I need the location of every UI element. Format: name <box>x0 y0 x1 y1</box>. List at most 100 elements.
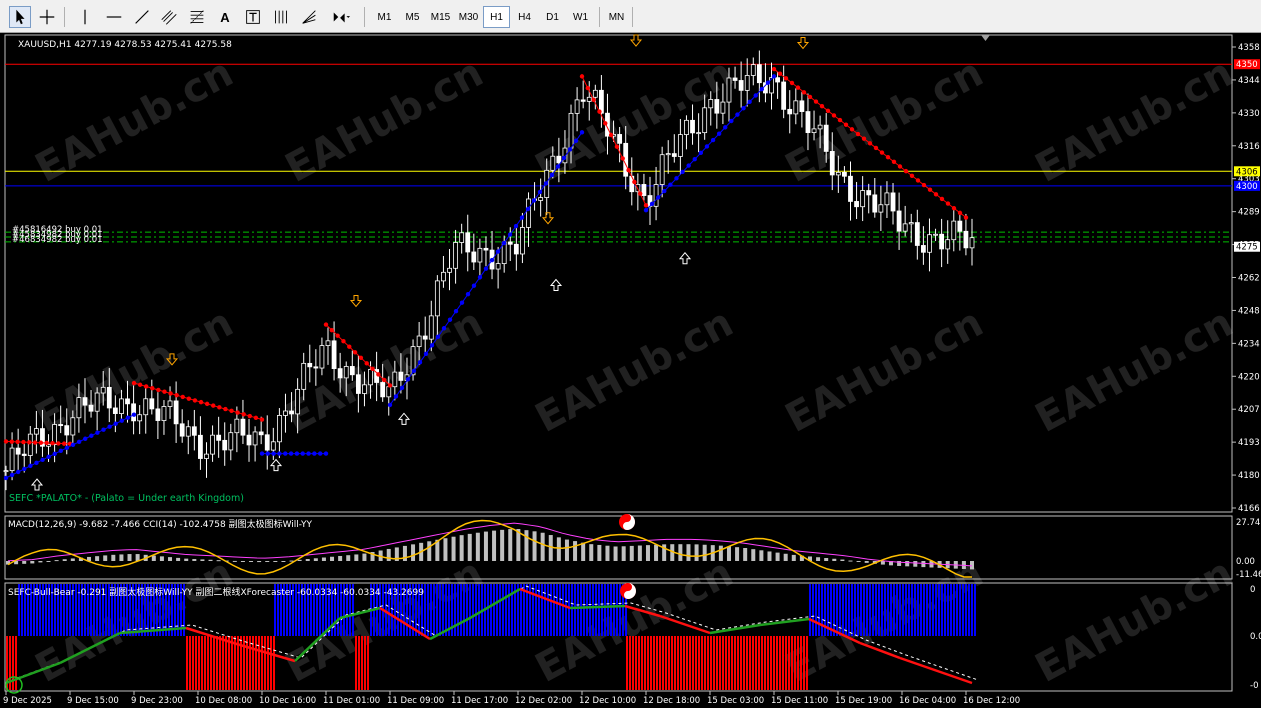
text-tool[interactable]: A <box>214 6 236 28</box>
bear-histogram-bar <box>683 636 685 690</box>
trailing-stop-buy-dot <box>417 360 423 365</box>
bear-histogram-bar <box>722 636 724 690</box>
bull-histogram-bar <box>842 584 844 636</box>
price-tag-label: 4300 <box>1236 182 1258 192</box>
vertical-line-tool[interactable] <box>74 6 96 28</box>
bull-histogram-bar <box>953 584 955 636</box>
macd-histogram-bar <box>483 531 488 561</box>
crosshair-icon <box>39 9 55 25</box>
trailing-stop-sell-dot <box>150 386 155 391</box>
horizontal-line-tool[interactable] <box>103 6 125 28</box>
trendline-tool[interactable] <box>131 6 153 28</box>
bear-histogram-bar <box>749 636 751 690</box>
trailing-stop-sell-dot <box>44 440 49 446</box>
bull-histogram-bar <box>941 584 943 636</box>
time-tick-label: 11 Dec 17:00 <box>451 696 508 704</box>
trailing-stop-sell-dot <box>198 399 204 405</box>
candle-body <box>137 414 143 422</box>
timeframe-d1[interactable]: D1 <box>539 6 566 28</box>
trailing-stop-buy-dot <box>70 442 76 447</box>
chart-area[interactable]: EAHub.cn EAHub.cn EAHub.cn EAHub.cn EAHub.cn… <box>0 33 1261 706</box>
trailing-stop-buy-dot <box>441 326 447 331</box>
bear-histogram-bar <box>674 636 676 690</box>
timeframe-w1[interactable]: W1 <box>567 6 594 28</box>
trailing-stop-sell-dot <box>879 150 885 155</box>
bear-histogram-bar <box>788 636 790 690</box>
trailing-stop-buy-dot <box>125 415 131 420</box>
timeframe-h1[interactable]: H1 <box>483 6 510 28</box>
bull-histogram-bar <box>896 584 898 636</box>
bull-histogram-bar <box>430 584 432 636</box>
candle-body <box>671 153 677 157</box>
trailing-stop-sell-dot <box>597 109 602 114</box>
bear-histogram-bar <box>228 636 230 690</box>
bull-histogram-bar <box>502 584 504 636</box>
timeframe-m1[interactable]: M1 <box>371 6 398 28</box>
trailing-stop-buy-dot <box>537 189 543 195</box>
candle-body <box>580 99 586 102</box>
crosshair-tool[interactable] <box>36 6 58 28</box>
bear-histogram-bar <box>806 636 808 690</box>
text-label-tool[interactable] <box>242 6 264 28</box>
macd-histogram-bar <box>532 531 537 561</box>
fibonacci-tool[interactable] <box>186 6 208 28</box>
candle-body <box>441 271 446 282</box>
cursor-tool[interactable] <box>9 6 31 28</box>
gann-tool[interactable] <box>270 6 292 28</box>
macd-histogram-bar <box>751 549 756 561</box>
macd-histogram-bar <box>70 558 75 561</box>
candle-body <box>313 366 319 369</box>
timeframe-m15[interactable]: M15 <box>427 6 454 28</box>
time-tick-label: 9 Dec 23:00 <box>131 696 183 704</box>
bear-histogram-bar <box>213 636 215 690</box>
bear-histogram-bar <box>692 636 694 690</box>
bear-histogram-bar <box>626 636 628 690</box>
candle-body <box>805 111 811 134</box>
bull-histogram-bar <box>433 584 435 636</box>
candle-body <box>787 108 793 115</box>
trailing-stop-buy-dot <box>543 181 549 186</box>
macd-histogram-bar <box>629 545 634 561</box>
candle-body <box>574 99 580 114</box>
bull-histogram-bar <box>475 584 477 636</box>
bear-histogram-bar <box>659 636 661 690</box>
candle-body <box>204 453 209 459</box>
fibo-fan-tool[interactable] <box>298 6 320 28</box>
macd-histogram-bar <box>759 550 764 561</box>
timeframe-mn[interactable]: MN <box>603 6 630 28</box>
equidistant-channel-tool[interactable] <box>158 6 180 28</box>
candle-body <box>325 340 331 347</box>
trailing-stop-buy-dot <box>46 454 51 460</box>
bear-histogram-bar <box>677 636 679 690</box>
candle-body <box>799 100 805 112</box>
macd-histogram-bar <box>159 556 164 561</box>
bull-histogram-bar <box>577 584 579 636</box>
bear-histogram-bar <box>644 636 646 690</box>
chart-canvas[interactable]: EAHub.cn EAHub.cn EAHub.cn EAHub.cn EAHub.cn… <box>0 33 1261 706</box>
bear-histogram-bar <box>731 636 733 690</box>
bull-histogram-bar <box>598 584 600 636</box>
candle-body <box>969 237 975 249</box>
timeframe-m30[interactable]: M30 <box>455 6 482 28</box>
trailing-stop-sell-dot <box>223 406 228 412</box>
macd-tick-label: 27.74 <box>1236 518 1260 528</box>
trailing-stop-sell-dot <box>945 201 951 206</box>
macd-histogram-bar <box>880 561 885 565</box>
candle-body <box>526 198 531 228</box>
trailing-stop-buy-dot <box>771 74 777 79</box>
trailing-stop-buy-dot <box>76 439 82 444</box>
trailing-stop-sell-dot <box>579 74 585 79</box>
trailing-stop-buy-dot <box>28 463 33 469</box>
bull-histogram-bar <box>493 584 495 636</box>
time-tick-label: 9 Dec 2025 <box>3 696 52 704</box>
bull-histogram-bar <box>836 584 838 636</box>
candle-body <box>106 386 112 409</box>
timeframe-m5[interactable]: M5 <box>399 6 426 28</box>
timeframe-h4[interactable]: H4 <box>511 6 538 28</box>
trailing-stop-sell-dot <box>891 159 897 165</box>
candle-body <box>94 392 100 412</box>
arrows-tool[interactable] <box>326 6 356 28</box>
bull-histogram-bar <box>466 584 468 636</box>
bear-histogram-bar <box>803 636 805 690</box>
bear-histogram-bar <box>719 636 721 690</box>
